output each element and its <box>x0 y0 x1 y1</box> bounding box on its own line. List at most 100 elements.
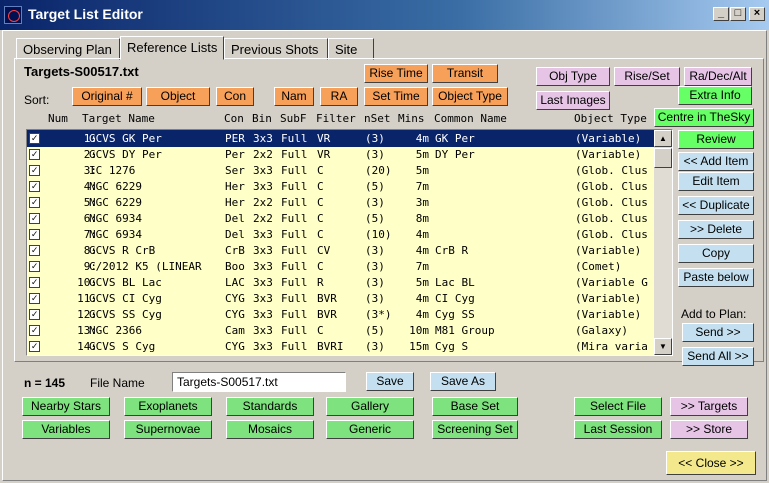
col-target-name: Target Name <box>82 112 155 125</box>
file-name-input[interactable]: Targets-S00517.txt <box>172 372 346 392</box>
row-checkbox[interactable]: ✓ <box>29 213 40 224</box>
target-list[interactable]: ✓ 14: GCVS S Cyg CYG 3x3 Full BVRI (3) 15m Cyg S(… <box>26 129 673 356</box>
send-button[interactable]: Send >> <box>682 323 754 342</box>
count-label: n = 145 <box>24 376 66 390</box>
sort-nam-button[interactable]: Nam <box>274 87 314 106</box>
save-button[interactable]: Save <box>366 372 414 391</box>
tab-site[interactable]: Site <box>328 38 374 60</box>
sort-con-button[interactable]: Con <box>216 87 254 106</box>
nearby-stars-button[interactable]: Nearby Stars <box>22 397 110 416</box>
table-row[interactable]: ✓ 1: GCVS GK Per PER 3x3 Full VR (3) 4m GK Per (Va… <box>27 130 655 147</box>
send-all-button[interactable]: Send All >> <box>682 347 754 366</box>
row-checkbox[interactable]: ✓ <box>29 149 40 160</box>
close-button[interactable]: << Close >> <box>666 451 756 475</box>
screening-set-button[interactable]: Screening Set <box>432 420 518 439</box>
cell-bin: 3x3 <box>253 180 273 193</box>
save-as-button[interactable]: Save As <box>430 372 496 391</box>
table-row[interactable]: ✓ 4: NGC 6229 Her 3x3 Full C (5) 7m (Glob. Clus <box>27 178 655 195</box>
review-button[interactable]: Review <box>678 130 754 149</box>
table-row[interactable]: ✓ 7: NGC 6934 Del 3x3 Full C (10) 4m (Glob. Clus <box>27 226 655 243</box>
cell-common: GK Per <box>435 132 475 145</box>
table-row[interactable]: ✓ 9: C/2012 K5 (LINEAR Boo 3x3 Full C (3) 7m (Com… <box>27 258 655 275</box>
cell-common: CI Cyg <box>435 292 475 305</box>
extra-info-button[interactable]: Extra Info <box>678 86 752 105</box>
cell-type: (Variable) <box>575 308 642 321</box>
row-checkbox[interactable]: ✓ <box>29 277 40 288</box>
row-checkbox[interactable]: ✓ <box>29 181 40 192</box>
table-row[interactable]: ✓ 2: GCVS DY Per Per 2x2 Full VR (3) 5m DY Per (Va… <box>27 146 655 163</box>
cell-type: (Variable G <box>575 276 648 289</box>
minimize-icon[interactable]: _ <box>713 7 729 21</box>
obj-type-button[interactable]: Obj Type <box>536 67 610 86</box>
tab-observing-plan[interactable]: Observing Plan <box>16 38 120 60</box>
table-row[interactable]: ✓ 14: GCVS S Cyg CYG 3x3 Full BVRI (3) 15m Cyg S(… <box>27 338 655 355</box>
file-name-label: File Name <box>90 376 145 390</box>
sort-ra-button[interactable]: RA <box>320 87 358 106</box>
table-row[interactable]: ✓ 5: NGC 6229 Her 2x2 Full C (3) 3m (Glob. Clus <box>27 194 655 211</box>
row-checkbox[interactable]: ✓ <box>29 229 40 240</box>
exoplanets-button[interactable]: Exoplanets <box>124 397 212 416</box>
cell-filter: BVR <box>317 308 337 321</box>
edit-item-button[interactable]: Edit Item <box>678 172 754 191</box>
table-row[interactable]: ✓ 13: NGC 2366 Cam 3x3 Full C (5) 10m M81 Group (G… <box>27 322 655 339</box>
supernovae-button[interactable]: Supernovae <box>124 420 212 439</box>
select-file-button[interactable]: Select File <box>574 397 662 416</box>
transit-button[interactable]: Transit <box>432 64 498 83</box>
vertical-scrollbar[interactable]: ▲ ▼ <box>654 130 672 355</box>
to-targets-button[interactable]: >> Targets <box>670 397 748 416</box>
mosaics-button[interactable]: Mosaics <box>226 420 314 439</box>
cell-nset: (3) <box>365 196 385 209</box>
base-set-button[interactable]: Base Set <box>432 397 518 416</box>
row-checkbox[interactable]: ✓ <box>29 165 40 176</box>
standards-button[interactable]: Standards <box>226 397 314 416</box>
table-row[interactable]: ✓ 6: NGC 6934 Del 2x2 Full C (5) 8m (Glob. Clus <box>27 210 655 227</box>
sort-set-time-button[interactable]: Set Time <box>364 87 428 106</box>
last-images-button[interactable]: Last Images <box>536 91 610 110</box>
to-store-button[interactable]: >> Store <box>670 420 748 439</box>
table-row[interactable]: ✓ 10: GCVS BL Lac LAC 3x3 Full R (3) 5m Lac BL (Va… <box>27 274 655 291</box>
row-checkbox[interactable]: ✓ <box>29 309 40 320</box>
rise-set-button[interactable]: Rise/Set <box>614 67 680 86</box>
sort-original-button[interactable]: Original # <box>72 87 142 106</box>
cell-common: Lac BL <box>435 276 475 289</box>
table-row[interactable]: ✓ 11: GCVS CI Cyg CYG 3x3 Full BVR (3) 4m CI Cyg(… <box>27 290 655 307</box>
sort-object-button[interactable]: Object <box>146 87 210 106</box>
cell-nset: (3) <box>365 148 385 161</box>
row-checkbox[interactable]: ✓ <box>29 293 40 304</box>
variables-button[interactable]: Variables <box>22 420 110 439</box>
scroll-thumb[interactable] <box>654 148 672 168</box>
cell-bin: 3x3 <box>253 292 273 305</box>
cell-subf: Full <box>281 132 308 145</box>
add-to-plan-label: Add to Plan: <box>681 307 747 321</box>
table-row[interactable]: ✓ 3: IC 1276 Ser 3x3 Full C (20) 5m (Glob. Clus <box>27 162 655 179</box>
row-checkbox[interactable]: ✓ <box>29 197 40 208</box>
generic-button[interactable]: Generic <box>326 420 414 439</box>
cell-con: Del <box>225 212 245 225</box>
cell-filter: C <box>317 180 324 193</box>
table-row[interactable]: ✓ 8: GCVS R CrB CrB 3x3 Full CV (3) 4m CrB R (Vari… <box>27 242 655 259</box>
last-session-button[interactable]: Last Session <box>574 420 662 439</box>
row-checkbox[interactable]: ✓ <box>29 133 40 144</box>
gallery-button[interactable]: Gallery <box>326 397 414 416</box>
row-checkbox[interactable]: ✓ <box>29 261 40 272</box>
paste-below-button[interactable]: Paste below <box>678 268 754 287</box>
duplicate-button[interactable]: << Duplicate <box>678 196 754 215</box>
sort-object-type-button[interactable]: Object Type <box>432 87 508 106</box>
rise-time-button[interactable]: Rise Time <box>364 64 428 83</box>
maximize-icon[interactable]: □ <box>730 7 746 21</box>
tab-previous-shots[interactable]: Previous Shots <box>224 38 328 60</box>
cell-con: CYG <box>225 292 245 305</box>
delete-button[interactable]: >> Delete <box>678 220 754 239</box>
table-row[interactable]: ✓ 12: GCVS SS Cyg CYG 3x3 Full BVR (3*) 4m Cyg SS… <box>27 306 655 323</box>
scroll-down-icon[interactable]: ▼ <box>654 338 672 355</box>
ra-dec-alt-button[interactable]: Ra/Dec/Alt <box>684 67 752 86</box>
close-window-icon[interactable]: × <box>749 7 765 21</box>
row-checkbox[interactable]: ✓ <box>29 325 40 336</box>
tab-reference-lists[interactable]: Reference Lists <box>120 36 224 60</box>
cell-filter: R <box>317 276 324 289</box>
add-item-button[interactable]: << Add Item <box>678 152 754 171</box>
copy-button[interactable]: Copy <box>678 244 754 263</box>
row-checkbox[interactable]: ✓ <box>29 245 40 256</box>
row-checkbox[interactable]: ✓ <box>29 341 40 352</box>
scroll-up-icon[interactable]: ▲ <box>654 130 672 147</box>
